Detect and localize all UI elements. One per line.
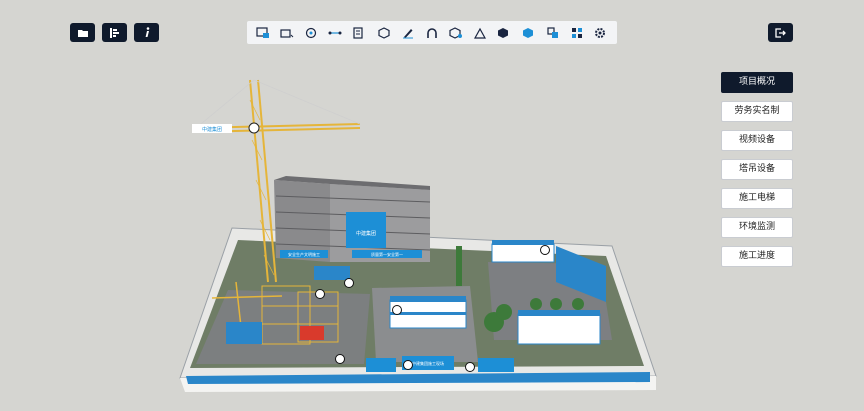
- distance-icon: [328, 31, 342, 34]
- settings-icon: [594, 27, 605, 38]
- gate-banner: 中建集团施工现场: [412, 360, 444, 366]
- info-button[interactable]: [134, 23, 159, 42]
- view-tool[interactable]: [495, 24, 513, 42]
- cube-tool[interactable]: [519, 24, 537, 42]
- model-tool[interactable]: [447, 24, 465, 42]
- side-menu: 项目概况 劳务实名制 视频设备 塔吊设备 施工电梯 环境监测 施工进度: [721, 72, 793, 275]
- roam-icon: [306, 27, 317, 38]
- menu-item-video-devices[interactable]: 视频设备: [721, 130, 793, 151]
- cube-icon: [523, 27, 534, 38]
- draw-icon: [402, 28, 413, 38]
- screenshot-icon: [256, 26, 270, 38]
- crane-sign: 中建集团: [202, 126, 222, 133]
- menu-item-construction-progress[interactable]: 施工进度: [721, 246, 793, 267]
- screenshot-tool[interactable]: [254, 24, 272, 42]
- draw-tool[interactable]: [399, 24, 417, 42]
- measure-icon: [280, 28, 294, 38]
- billboard-left: 安全生产文明施工: [288, 251, 320, 257]
- layer-tool[interactable]: [351, 24, 369, 42]
- menu-item-tower-crane[interactable]: 塔吊设备: [721, 159, 793, 180]
- box-tool[interactable]: [375, 24, 393, 42]
- list-button[interactable]: [102, 23, 127, 42]
- layer-icon: [352, 26, 363, 39]
- info-icon: [145, 27, 149, 37]
- explode-tool[interactable]: [544, 24, 562, 42]
- arch-icon: [427, 27, 437, 38]
- arch-tool[interactable]: [423, 24, 441, 42]
- explode-icon: [546, 26, 558, 38]
- main-toolbar: [247, 21, 617, 44]
- menu-item-labor-realname[interactable]: 劳务实名制: [721, 101, 793, 122]
- grid-icon: [571, 27, 582, 38]
- folder-icon: [77, 29, 88, 37]
- exit-icon: [775, 27, 786, 38]
- settings-tool[interactable]: [592, 24, 610, 42]
- menu-item-environment-monitoring[interactable]: 环境监测: [721, 217, 793, 238]
- distance-tool[interactable]: [326, 24, 344, 42]
- box-icon: [378, 26, 390, 39]
- grid-tool[interactable]: [568, 24, 586, 42]
- billboard-right: 质量第一安全第一: [371, 251, 403, 257]
- folder-button[interactable]: [70, 23, 95, 42]
- exit-button[interactable]: [768, 23, 793, 42]
- roam-tool[interactable]: [302, 24, 320, 42]
- menu-item-construction-elevator[interactable]: 施工电梯: [721, 188, 793, 209]
- terrain-tool[interactable]: [471, 24, 489, 42]
- view-icon: [498, 27, 509, 38]
- terrain-icon: [474, 27, 487, 39]
- model-icon: [449, 26, 463, 39]
- menu-item-project-overview[interactable]: 项目概况: [721, 72, 793, 93]
- building-sign: 中建集团: [356, 230, 376, 237]
- measure-tool[interactable]: [278, 24, 296, 42]
- list-icon: [109, 27, 119, 38]
